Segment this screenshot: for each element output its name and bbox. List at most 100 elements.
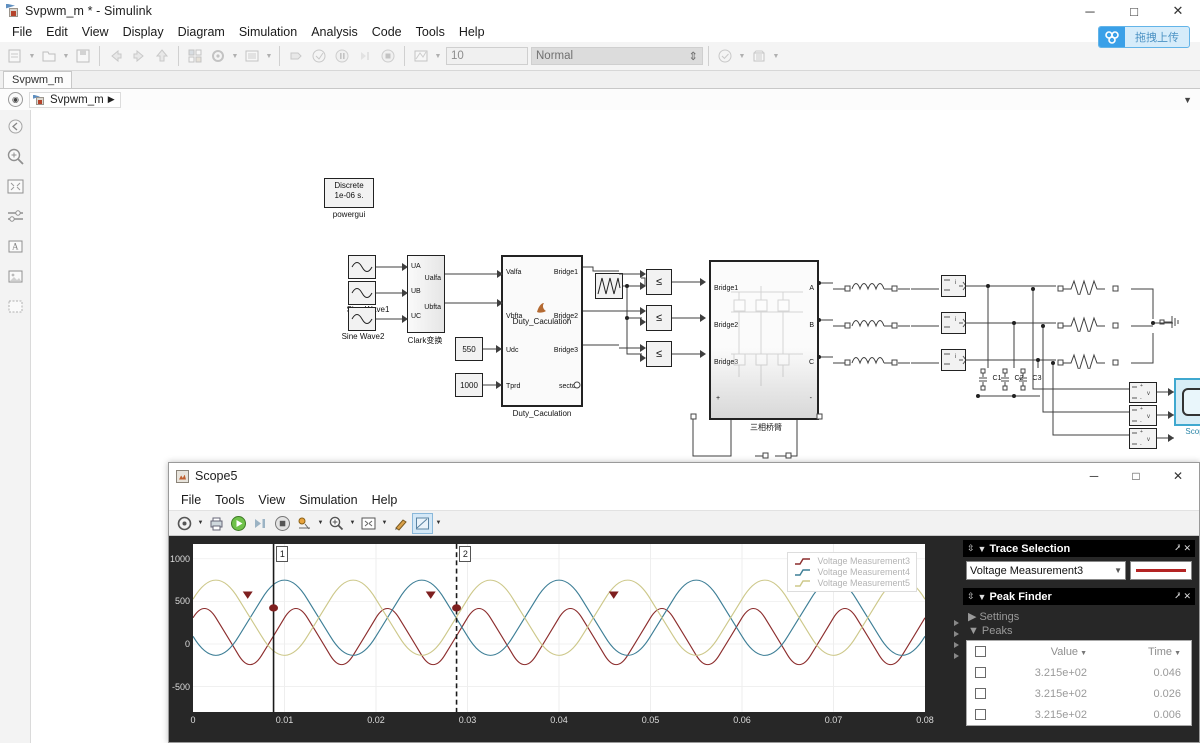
measurements-icon[interactable] [412,512,433,534]
menu-diagram[interactable]: Diagram [171,23,232,41]
scope-menu-view[interactable]: View [251,491,292,509]
stop-icon[interactable] [272,513,293,534]
model-settings-icon[interactable] [207,45,229,67]
peak-finder-settings-section[interactable]: ▶ Settings [966,609,1192,624]
measurements-dropdown-icon[interactable]: ▼ [434,513,443,534]
up-icon[interactable] [151,45,173,67]
new-model-icon[interactable] [4,45,26,67]
open-model-icon[interactable] [38,45,60,67]
cursor-2-badge[interactable]: 2 [459,546,472,562]
panel-collapse-icon[interactable]: ▼ [978,592,987,602]
baidu-upload-button[interactable]: 拖拽上传 [1098,26,1190,48]
library-browser-icon[interactable] [184,45,206,67]
data-inspector-icon[interactable] [748,45,770,67]
fit-to-view-icon[interactable] [5,176,26,197]
model-explorer-dropdown-icon[interactable]: ▼ [264,45,274,67]
close-icon[interactable]: ✕ [1183,591,1191,602]
scope-panel-expander[interactable] [949,536,963,742]
update-model-icon[interactable] [285,45,307,67]
signal-routing-icon[interactable] [5,206,26,227]
block-three-phase-bridge[interactable]: Bridge1 Bridge2 Bridge3 A B C + - [709,260,819,420]
menu-file[interactable]: File [5,23,39,41]
scope-menu-file[interactable]: File [174,491,208,509]
simulation-mode-select[interactable]: Normal ⇕ [531,47,703,65]
text-annotation-icon[interactable]: A [5,236,26,257]
block-compare-3[interactable]: ≤ [646,341,672,367]
close-button[interactable]: ✕ [1156,0,1200,22]
fit-to-view-icon[interactable] [358,513,379,534]
print-icon[interactable] [206,513,227,534]
inductor-phase-c[interactable] [831,349,913,369]
fit-dropdown-icon[interactable]: ▼ [380,513,389,534]
close-icon[interactable]: ✕ [1183,543,1191,554]
breadcrumb-expand-icon[interactable]: ▼ [1183,95,1192,105]
scope-close-button[interactable]: ✕ [1157,463,1199,489]
ground-terminal[interactable] [1159,313,1181,333]
block-duty-caculation[interactable]: Valfa Vbfta Udc Tprd Bridge1 Bridge2 Bri… [501,255,583,407]
menu-analysis[interactable]: Analysis [304,23,365,41]
open-model-dropdown-icon[interactable]: ▼ [61,45,71,67]
menu-simulation[interactable]: Simulation [232,23,304,41]
save-model-icon[interactable] [72,45,94,67]
zoom-dropdown-icon[interactable]: ▼ [348,513,357,534]
block-sine-wave[interactable] [348,255,376,279]
scope-minimize-button[interactable]: ─ [1073,463,1115,489]
navigate-back-icon[interactable] [5,116,26,137]
step-forward-icon[interactable] [250,513,271,534]
scope-maximize-button[interactable]: □ [1115,463,1157,489]
breadcrumb-root-item[interactable]: Svpwm_m ▶ [29,91,121,108]
maximize-button[interactable]: □ [1112,0,1156,22]
peak-finder-header[interactable]: ⇳ ▼ Peak Finder ⭷ ✕ [963,588,1195,605]
block-sine-wave2[interactable] [348,307,376,331]
simulation-stop-time-input[interactable]: 10 [446,47,528,65]
block-clark-transform[interactable]: UA UB UC Ualfa Ubfta [407,255,445,333]
model-advisor-icon[interactable] [714,45,736,67]
zoom-in-icon[interactable] [5,146,26,167]
legend-entry-2[interactable]: Voltage Measurement4 [794,567,910,577]
table-row[interactable]: 3.215e+02 0.026 [967,683,1191,704]
tab-svpwm-m[interactable]: Svpwm_m [3,71,73,88]
capacitor-bank[interactable] [976,365,1036,399]
trace-select-dropdown[interactable]: Voltage Measurement3 ▼ [966,561,1126,580]
scope-menu-simulation[interactable]: Simulation [292,491,364,509]
block-scope5[interactable] [1174,378,1200,426]
undock-icon[interactable]: ⭷ [1175,541,1181,557]
menu-help[interactable]: Help [452,23,492,41]
trace-color-swatch[interactable] [1130,561,1192,580]
column-header-value[interactable]: Value ▼ [993,646,1105,658]
sort-icon[interactable]: ▼ [1080,650,1087,657]
block-carrier-repeating-sequence[interactable] [595,273,623,299]
minimize-button[interactable]: ─ [1068,0,1112,22]
table-row[interactable]: 3.215e+02 0.006 [967,704,1191,725]
trace-selection-header[interactable]: ⇳ ▼ Trace Selection ⭷ ✕ [963,540,1195,557]
legend-entry-3[interactable]: Voltage Measurement5 [794,578,910,588]
block-powergui[interactable]: Discrete 1e-06 s. [324,178,374,208]
panel-collapse-icon[interactable]: ▼ [978,544,987,554]
data-cursors-icon[interactable] [294,513,315,534]
block-compare-2[interactable]: ≤ [646,305,672,331]
scope-plot-area[interactable]: 1000 500 0 -500 0 0.01 0.02 0.03 0.04 0.… [169,536,949,742]
block-current-measurement-a[interactable]: i [941,275,967,297]
resistor-phase-a[interactable] [1056,275,1131,295]
menu-edit[interactable]: Edit [39,23,75,41]
menu-tools[interactable]: Tools [409,23,452,41]
back-icon[interactable] [105,45,127,67]
model-advisor-dropdown-icon[interactable]: ▼ [737,45,747,67]
style-icon[interactable] [390,513,411,534]
table-row[interactable]: 3.215e+02 0.046 [967,662,1191,683]
resistor-phase-b[interactable] [1056,312,1131,332]
block-constant-550[interactable]: 550 [455,337,483,361]
image-annotation-icon[interactable] [5,266,26,287]
block-constant-1000[interactable]: 1000 [455,373,483,397]
block-voltage-measurement-4[interactable]: + - v [1129,405,1157,426]
configuration-properties-icon[interactable] [174,513,195,534]
scope-legend[interactable]: Voltage Measurement3 Voltage Measurement… [787,552,917,592]
signal-scope-dropdown-icon[interactable]: ▼ [433,45,443,67]
sort-icon[interactable]: ▼ [1174,650,1181,657]
menu-view[interactable]: View [75,23,116,41]
column-header-time[interactable]: Time ▼ [1105,646,1191,658]
resistor-phase-c[interactable] [1056,349,1131,369]
undock-icon[interactable]: ⭷ [1175,589,1181,605]
inductor-phase-a[interactable] [831,275,913,295]
cursor-1-badge[interactable]: 1 [276,546,289,562]
